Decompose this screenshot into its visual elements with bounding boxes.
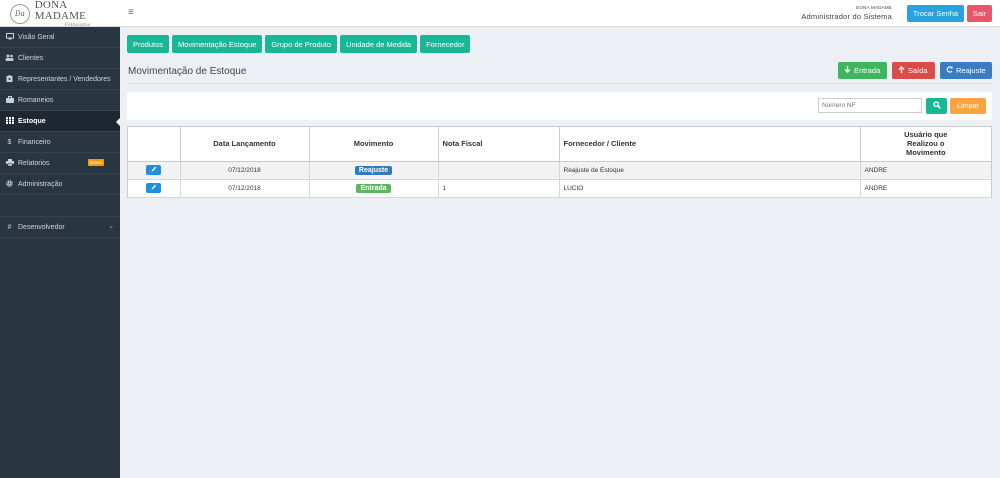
brand-logo[interactable]: Da DONA MADAME Folheados — [0, 0, 120, 27]
sidebar-item-label: Visão Geral — [18, 33, 55, 41]
sidebar-item-label: Relatorios — [18, 159, 50, 167]
page-title: Movimentação de Estoque — [128, 66, 247, 77]
user-info: DONA MADAME Administrador do Sistema — [801, 5, 892, 21]
row-user: ANDRE — [860, 161, 991, 180]
action-buttons: Entrada Saída Reajuste — [838, 62, 992, 79]
dollar-icon: $ — [7, 138, 12, 146]
table-row[interactable]: 07/12/2018 Entrada 1 LUCIO ANDRE — [128, 179, 991, 198]
col-nota-fiscal[interactable]: Nota Fiscal — [438, 127, 560, 162]
movement-badge: Reajuste — [354, 165, 393, 175]
row-party: LUCIO — [559, 179, 861, 198]
tab-produtos[interactable]: Produtos — [127, 35, 170, 53]
sidebar-item-representantes[interactable]: Representantes / Vendedores — [0, 69, 120, 90]
sidebar-item-label: Financeiro — [18, 138, 51, 146]
table-row[interactable]: 07/12/2018 Reajuste Reajuste de Estoque … — [128, 161, 991, 180]
tab-unidade-de-medida[interactable]: Unidade de Medida — [340, 35, 418, 53]
sidebar-item-visao-geral[interactable]: Visão Geral — [0, 27, 120, 48]
hash-icon: # — [7, 223, 12, 231]
sidebar: Visão Geral Clientes Representantes / Ve… — [0, 27, 120, 478]
row-movement: Reajuste — [309, 161, 439, 180]
sidebar-item-label: Administração — [18, 180, 63, 188]
module-tabs: Produtos Movimentação Estoque Grupo de P… — [127, 35, 471, 53]
tab-fornecedor[interactable]: Fornecedor — [420, 35, 471, 53]
col-movimento[interactable]: Movimento — [309, 127, 439, 162]
tab-movimentacao-estoque[interactable]: Movimentação Estoque — [172, 35, 263, 53]
nf-number-input[interactable] — [818, 98, 922, 113]
title-divider — [127, 83, 992, 84]
sidebar-spacer — [0, 195, 120, 217]
refresh-icon — [946, 66, 953, 75]
col-data-lancamento[interactable]: Data Lançamento — [180, 127, 310, 162]
sidebar-item-relatorios[interactable]: Relatorios Breve — [0, 153, 120, 174]
row-date: 07/12/2018 — [180, 161, 310, 180]
change-password-button[interactable]: Trocar Senha — [907, 5, 964, 22]
hamburger-icon[interactable]: ≡ — [128, 7, 134, 18]
col-fornecedor-cliente[interactable]: Fornecedor / Cliente — [559, 127, 861, 162]
sidebar-item-label: Desenvolvedor — [18, 223, 65, 231]
arrow-down-icon — [844, 66, 851, 75]
arrow-up-icon — [898, 66, 905, 75]
col-actions — [128, 127, 181, 162]
chevron-down-icon: ⌄ — [108, 223, 114, 230]
printer-icon — [5, 158, 14, 168]
table-header-row: Data Lançamento Movimento Nota Fiscal Fo… — [128, 127, 991, 162]
gear-icon — [5, 179, 14, 189]
saida-button[interactable]: Saída — [892, 62, 935, 79]
search-button[interactable] — [926, 98, 947, 114]
row-user: ANDRE — [860, 179, 991, 198]
sidebar-item-desenvolvedor[interactable]: # Desenvolvedor ⌄ — [0, 217, 120, 238]
edit-button[interactable] — [146, 165, 162, 175]
users-icon — [5, 54, 14, 63]
sidebar-item-estoque[interactable]: Estoque — [0, 111, 120, 132]
saida-button-label: Saída — [908, 66, 928, 75]
brand-title: DONA MADAME — [34, 0, 87, 22]
reajuste-button-label: Reajuste — [956, 66, 986, 75]
search-icon — [932, 101, 941, 111]
row-actions — [128, 161, 181, 180]
movement-badge: Entrada — [356, 183, 391, 193]
sidebar-item-label: Romaneios — [18, 96, 54, 104]
col-usuario[interactable]: Usuário que Realizou o Movimento — [860, 127, 991, 162]
sidebar-item-label: Clientes — [18, 54, 44, 62]
movements-table: Data Lançamento Movimento Nota Fiscal Fo… — [127, 126, 992, 198]
id-card-icon — [5, 74, 14, 84]
entrada-button[interactable]: Entrada — [838, 62, 887, 79]
user-company: DONA MADAME — [856, 5, 892, 10]
reajuste-button[interactable]: Reajuste — [940, 62, 992, 79]
logout-button[interactable]: Sair — [967, 5, 992, 22]
edit-button[interactable] — [146, 183, 162, 193]
monitor-icon — [5, 32, 14, 42]
row-party: Reajuste de Estoque — [559, 161, 861, 180]
clear-button[interactable]: Limpar — [950, 98, 986, 114]
row-date: 07/12/2018 — [180, 179, 310, 198]
coming-soon-badge: Breve — [88, 159, 104, 166]
logo-mark: Da — [10, 3, 30, 24]
sidebar-item-label: Representantes / Vendedores — [18, 75, 111, 83]
sidebar-item-romaneios[interactable]: Romaneios — [0, 90, 120, 111]
briefcase-icon — [5, 95, 14, 105]
row-movement: Entrada — [309, 179, 439, 198]
row-nf: 1 — [438, 179, 560, 198]
top-bar: Da DONA MADAME Folheados ≡ DONA MADAME A… — [0, 0, 1000, 27]
user-role: Administrador do Sistema — [801, 12, 892, 21]
tab-grupo-de-produto[interactable]: Grupo de Produto — [265, 35, 338, 53]
row-actions — [128, 179, 181, 198]
entrada-button-label: Entrada — [854, 66, 881, 75]
sidebar-item-label: Estoque — [18, 117, 46, 125]
row-nf — [438, 161, 560, 180]
sidebar-item-clientes[interactable]: Clientes — [0, 48, 120, 69]
pencil-icon — [151, 166, 157, 174]
sidebar-item-financeiro[interactable]: $ Financeiro — [0, 132, 120, 153]
sidebar-item-administracao[interactable]: Administração — [0, 174, 120, 195]
pencil-icon — [151, 184, 157, 192]
grid-icon — [5, 116, 14, 126]
